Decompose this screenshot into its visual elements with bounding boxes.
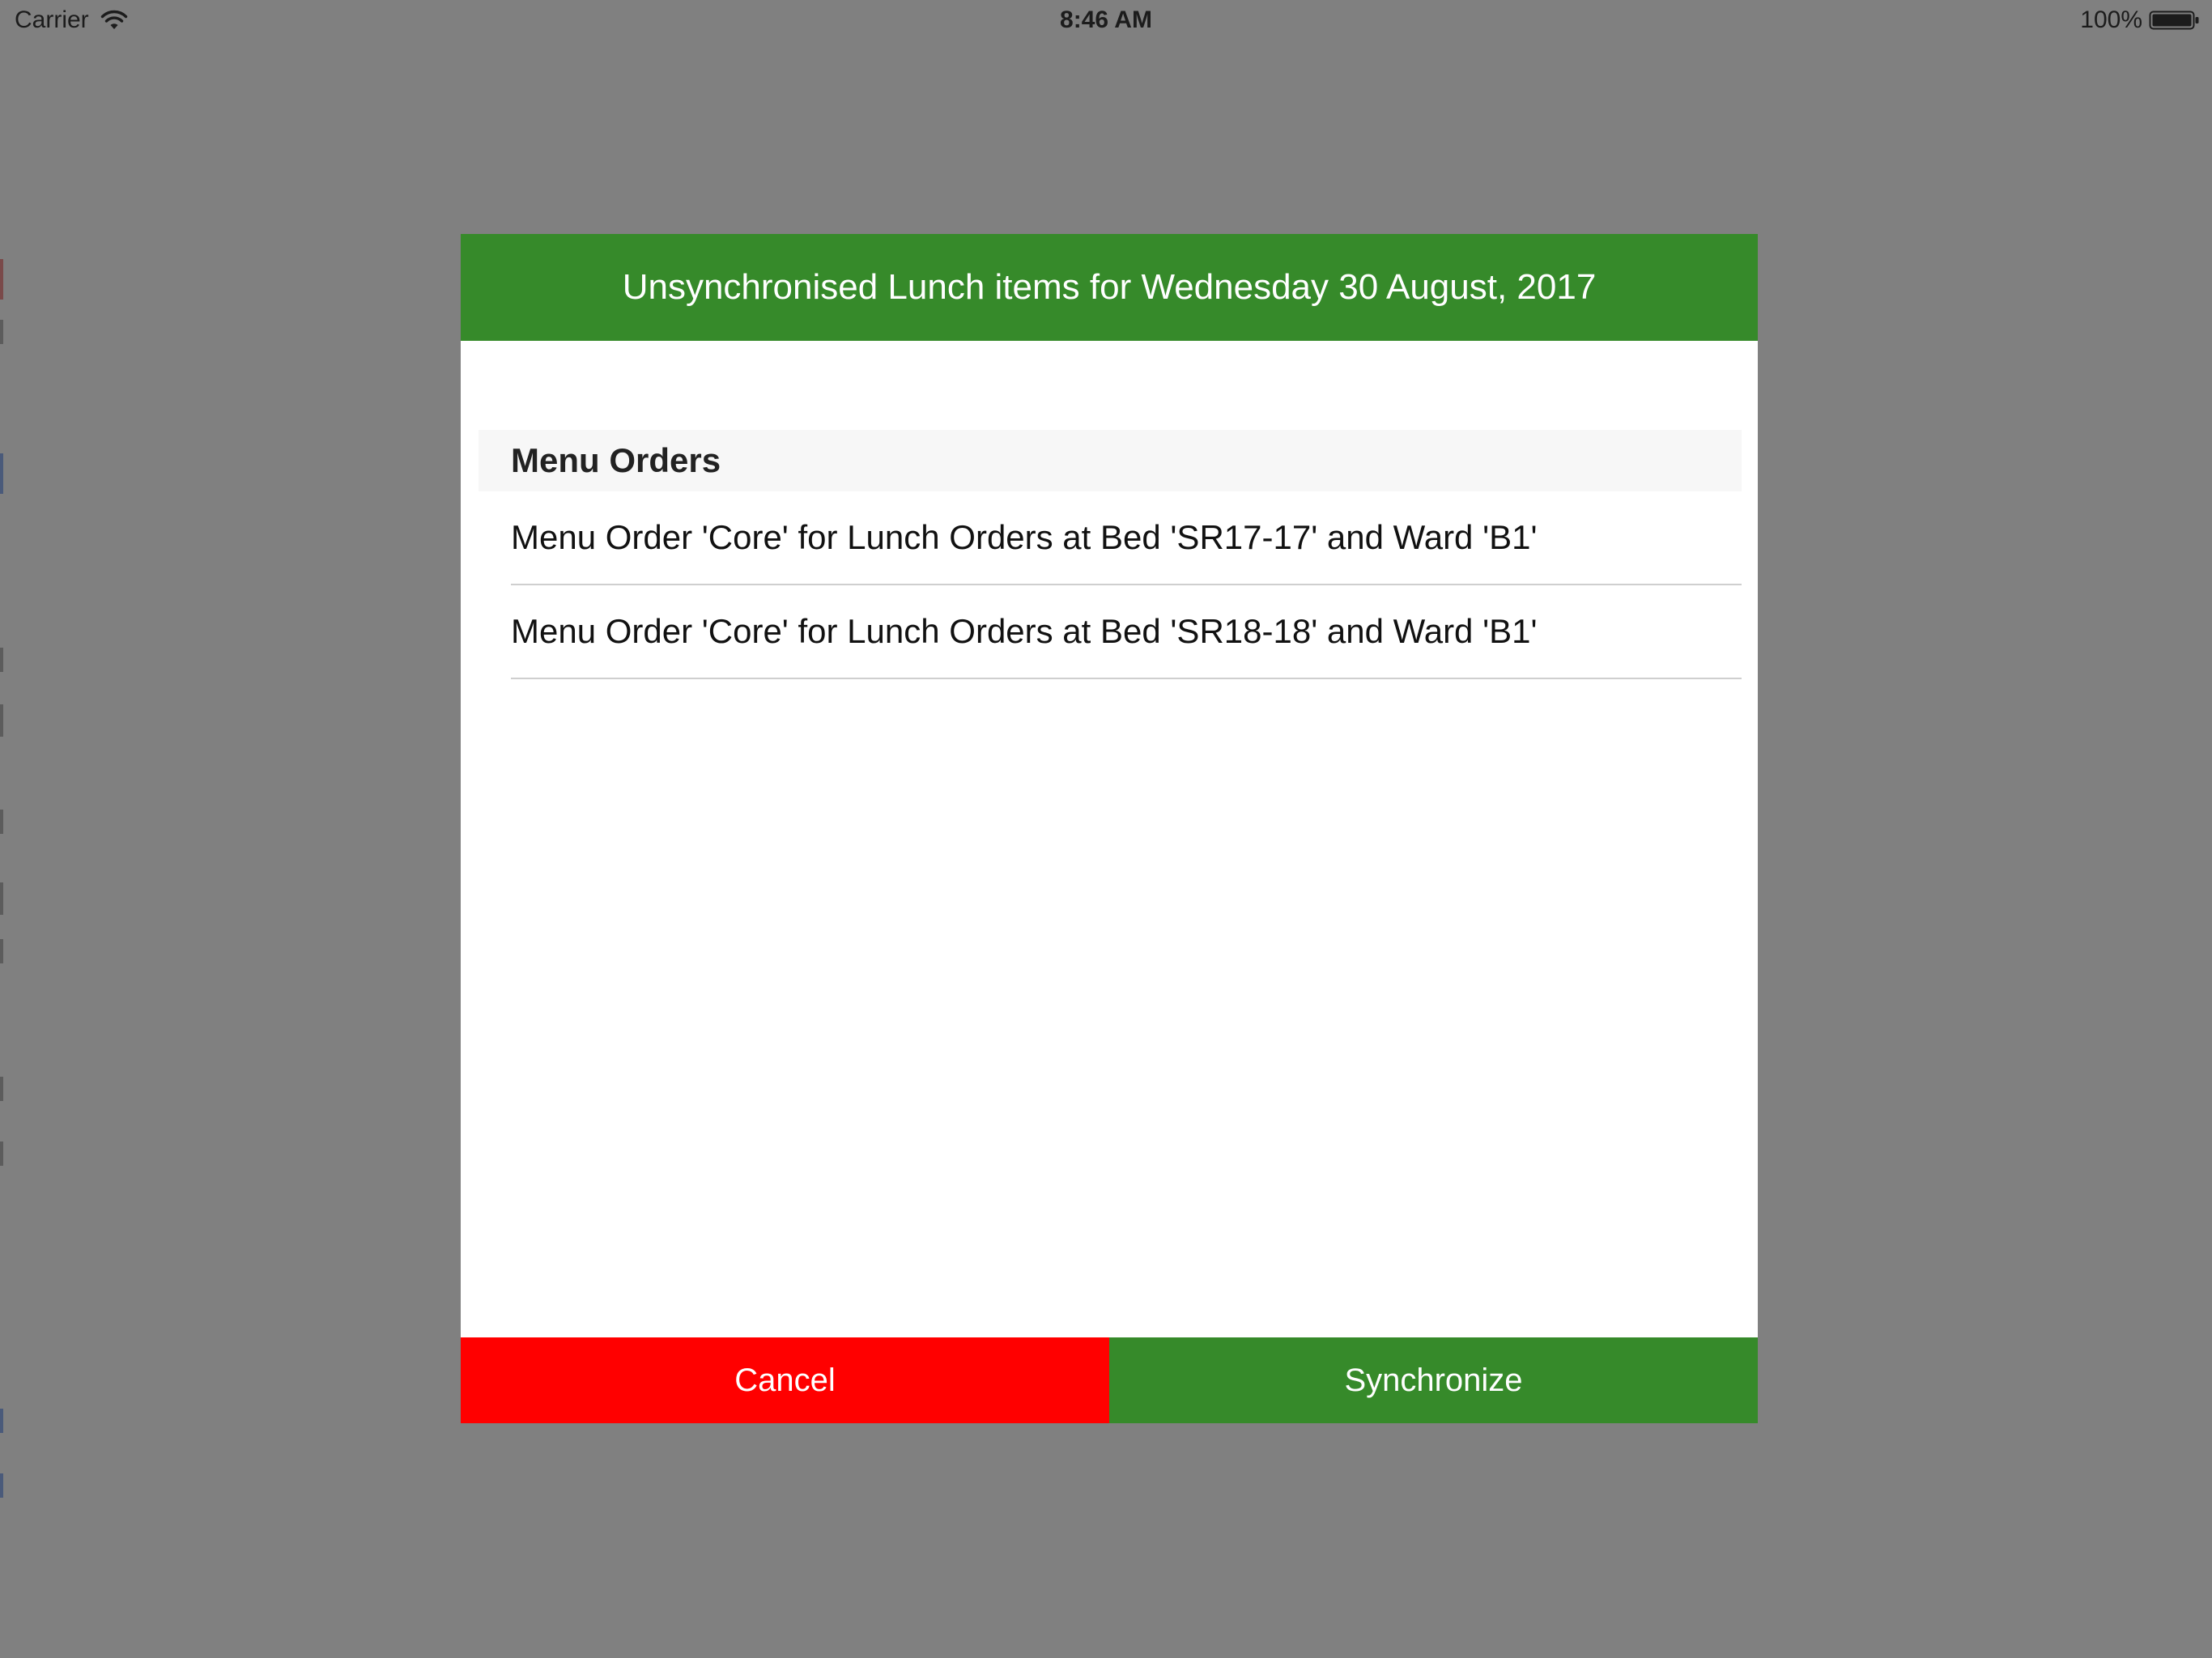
list-item-label: Menu Order 'Core' for Lunch Orders at Be… — [511, 518, 1538, 556]
section-title: Menu Orders — [511, 441, 721, 479]
list-item[interactable]: Menu Order 'Core' for Lunch Orders at Be… — [511, 585, 1742, 679]
status-right: 100% — [2080, 6, 2201, 34]
cancel-button[interactable]: Cancel — [461, 1337, 1109, 1423]
dialog-header: Unsynchronised Lunch items for Wednesday… — [461, 234, 1758, 341]
dialog-title: Unsynchronised Lunch items for Wednesday… — [622, 267, 1597, 307]
status-time: 8:46 AM — [1060, 6, 1152, 33]
list-item-label: Menu Order 'Core' for Lunch Orders at Be… — [511, 612, 1538, 650]
menu-order-list: Menu Order 'Core' for Lunch Orders at Be… — [511, 491, 1742, 679]
section-header-menu-orders: Menu Orders — [479, 430, 1742, 491]
sync-dialog: Unsynchronised Lunch items for Wednesday… — [461, 234, 1758, 1423]
list-item[interactable]: Menu Order 'Core' for Lunch Orders at Be… — [511, 491, 1742, 585]
status-bar: Carrier 8:46 AM 100% — [0, 0, 2212, 40]
dialog-footer: Cancel Synchronize — [461, 1337, 1758, 1423]
screen: Carrier 8:46 AM 100% Unsynchronised Lunc… — [0, 0, 2212, 1658]
background-edge — [0, 0, 5, 1658]
dialog-body: Menu Orders Menu Order 'Core' for Lunch … — [461, 341, 1758, 1423]
battery-icon — [2149, 10, 2201, 31]
battery-percent: 100% — [2080, 6, 2142, 33]
synchronize-button[interactable]: Synchronize — [1109, 1337, 1758, 1423]
